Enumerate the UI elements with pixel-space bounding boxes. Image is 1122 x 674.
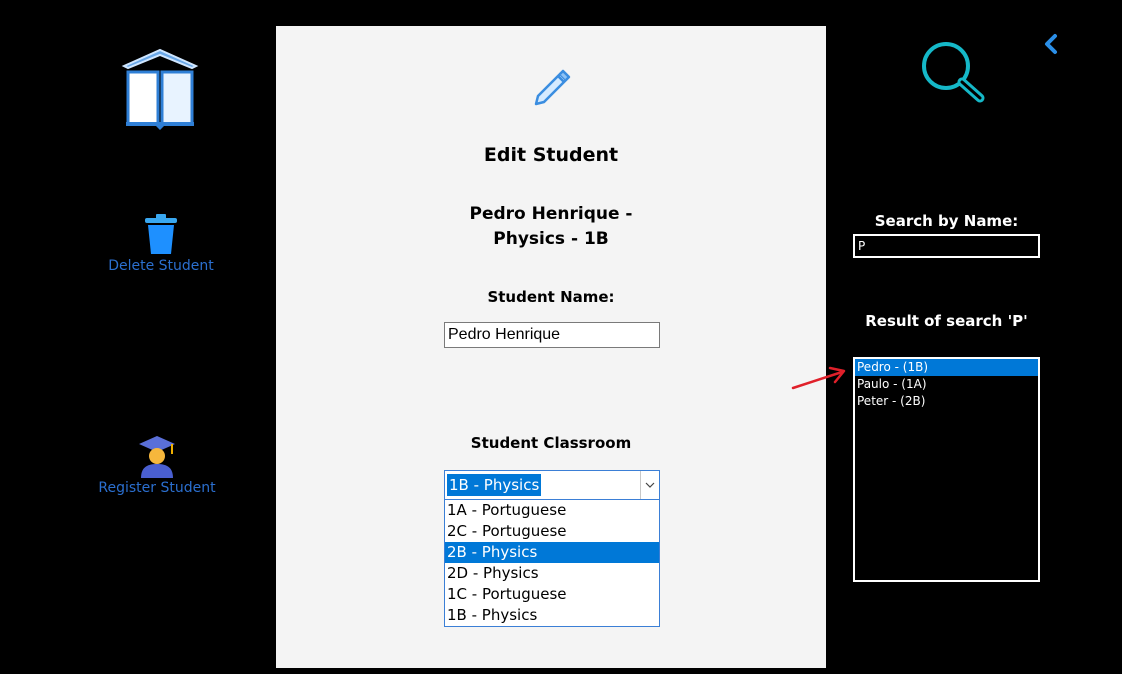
annotation-arrow-icon — [790, 364, 850, 398]
chevron-left-icon[interactable] — [1040, 32, 1062, 60]
register-student-button[interactable]: Register Student — [96, 434, 218, 496]
classroom-option[interactable]: 1B - Physics — [445, 605, 659, 626]
student-summary-line1: Pedro Henrique - — [469, 204, 633, 224]
student-name-input[interactable] — [444, 322, 660, 348]
magnifier-icon[interactable] — [918, 40, 990, 108]
classroom-option[interactable]: 2D - Physics — [445, 563, 659, 584]
classroom-option[interactable]: 1A - Portuguese — [445, 500, 659, 521]
search-results-list: Pedro - (1B) Paulo - (1A) Peter - (2B) — [853, 357, 1040, 582]
student-summary: Pedro Henrique - Physics - 1B — [276, 202, 826, 252]
graduate-icon — [96, 434, 218, 480]
classroom-dropdown-list: 1A - Portuguese 2C - Portuguese 2B - Phy… — [444, 500, 660, 627]
register-student-label: Register Student — [98, 480, 216, 496]
classroom-selected-value: 1B - Physics — [447, 474, 542, 496]
search-result-item[interactable]: Pedro - (1B) — [855, 359, 1038, 376]
trash-icon — [100, 214, 222, 258]
search-results-label: Result of search 'P' — [865, 312, 1028, 330]
classroom-option-highlighted[interactable]: 2B - Physics — [445, 542, 659, 563]
search-result-item[interactable]: Paulo - (1A) — [855, 376, 1038, 393]
page-title: Edit Student — [483, 144, 619, 166]
delete-student-button[interactable]: Delete Student — [100, 214, 222, 274]
edit-student-panel: Edit Student Pedro Henrique - Physics - … — [276, 26, 826, 668]
search-by-name-label: Search by Name: — [874, 212, 1019, 230]
search-input[interactable] — [853, 234, 1040, 258]
search-result-item[interactable]: Peter - (2B) — [855, 393, 1038, 410]
classroom-option[interactable]: 1C - Portuguese — [445, 584, 659, 605]
student-name-label: Student Name: — [487, 288, 615, 306]
chevron-down-icon[interactable] — [640, 471, 659, 499]
delete-student-label: Delete Student — [108, 258, 214, 274]
pencil-icon — [532, 66, 572, 110]
app-logo-book-icon — [118, 46, 202, 130]
classroom-select[interactable]: 1B - Physics — [444, 470, 660, 500]
student-classroom-label: Student Classroom — [470, 434, 632, 452]
student-summary-line2: Physics - 1B — [493, 229, 609, 249]
classroom-option[interactable]: 2C - Portuguese — [445, 521, 659, 542]
